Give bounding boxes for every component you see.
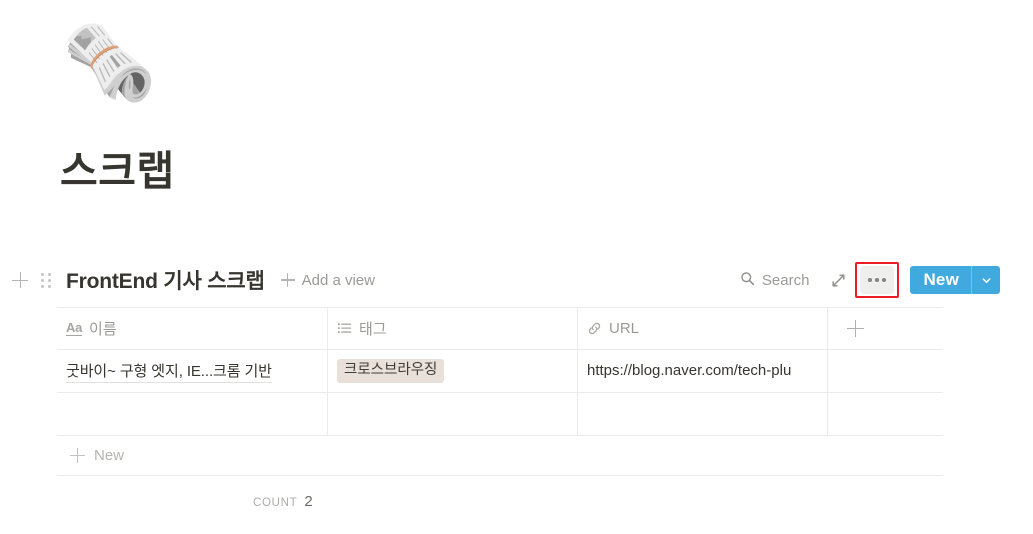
add-new-row-label: New bbox=[94, 447, 125, 464]
search-label: Search bbox=[761, 271, 810, 289]
tag-pill: 크로스브라우징 bbox=[337, 359, 445, 383]
add-new-row-button[interactable]: New bbox=[57, 436, 943, 476]
search-icon bbox=[740, 271, 755, 290]
page-title[interactable]: 스크랩 bbox=[60, 148, 175, 195]
collection-table: Aa 이름 태그 URL 굿바이~ 구형 엣지, IE...크롬 기반 크로스브… bbox=[57, 307, 943, 513]
column-header-url[interactable]: URL bbox=[578, 308, 828, 349]
new-button-group: New bbox=[910, 266, 1000, 294]
title-aa-icon: Aa bbox=[66, 319, 83, 337]
add-column-button[interactable] bbox=[828, 308, 943, 349]
table-row[interactable] bbox=[57, 393, 943, 436]
page-icon[interactable]: 🗞️ bbox=[62, 18, 157, 110]
count-label: COUNT bbox=[253, 497, 298, 509]
cell-name-text: 굿바이~ 구형 엣지, IE...크롬 기반 bbox=[66, 360, 272, 383]
column-header-name[interactable]: Aa 이름 bbox=[57, 308, 328, 349]
add-a-view-label: Add a view bbox=[301, 271, 375, 289]
chevron-down-icon[interactable] bbox=[971, 266, 1000, 294]
add-a-view-button[interactable]: Add a view bbox=[280, 272, 375, 289]
cell-name[interactable] bbox=[57, 393, 328, 435]
expand-fullscreen-icon[interactable] bbox=[827, 269, 849, 291]
count-footer[interactable]: COUNT 2 bbox=[57, 493, 943, 513]
collection-toolbar-right: Search New bbox=[736, 262, 1000, 298]
count-value: 2 bbox=[304, 493, 313, 510]
search-button[interactable]: Search bbox=[736, 268, 814, 293]
collection-toolbar-left: FrontEnd 기사 스크랩 Add a view bbox=[10, 262, 375, 298]
cell-url[interactable]: https://blog.naver.com/tech-plu bbox=[578, 350, 828, 392]
column-header-tag[interactable]: 태그 bbox=[328, 308, 578, 349]
cell-empty bbox=[828, 350, 943, 392]
table-header-row: Aa 이름 태그 URL bbox=[57, 307, 943, 350]
collection-view-name[interactable]: FrontEnd 기사 스크랩 bbox=[66, 265, 265, 295]
plus-icon bbox=[70, 448, 85, 463]
link-icon bbox=[587, 321, 602, 336]
plus-icon bbox=[280, 272, 296, 288]
drag-handle-icon[interactable] bbox=[38, 270, 54, 290]
more-options-wrapper bbox=[855, 262, 900, 298]
collection-toolbar: FrontEnd 기사 스크랩 Add a view Search New bbox=[0, 262, 1033, 298]
cell-url-text: https://blog.naver.com/tech-plu bbox=[587, 362, 792, 380]
column-header-name-label: 이름 bbox=[89, 321, 117, 338]
column-header-url-label: URL bbox=[609, 320, 640, 337]
cell-empty bbox=[828, 393, 943, 435]
multi-select-list-icon bbox=[337, 321, 352, 336]
more-options-button[interactable] bbox=[860, 266, 895, 294]
new-button[interactable]: New bbox=[910, 266, 971, 294]
cell-url[interactable] bbox=[578, 393, 828, 435]
cell-tag[interactable] bbox=[328, 393, 578, 435]
cell-name[interactable]: 굿바이~ 구형 엣지, IE...크롬 기반 bbox=[57, 350, 328, 392]
column-header-tag-label: 태그 bbox=[359, 321, 387, 338]
add-block-icon[interactable] bbox=[10, 270, 30, 290]
table-row[interactable]: 굿바이~ 구형 엣지, IE...크롬 기반 크로스브라우징 https://b… bbox=[57, 350, 943, 393]
plus-icon bbox=[847, 320, 864, 337]
cell-tag[interactable]: 크로스브라우징 bbox=[328, 350, 578, 392]
